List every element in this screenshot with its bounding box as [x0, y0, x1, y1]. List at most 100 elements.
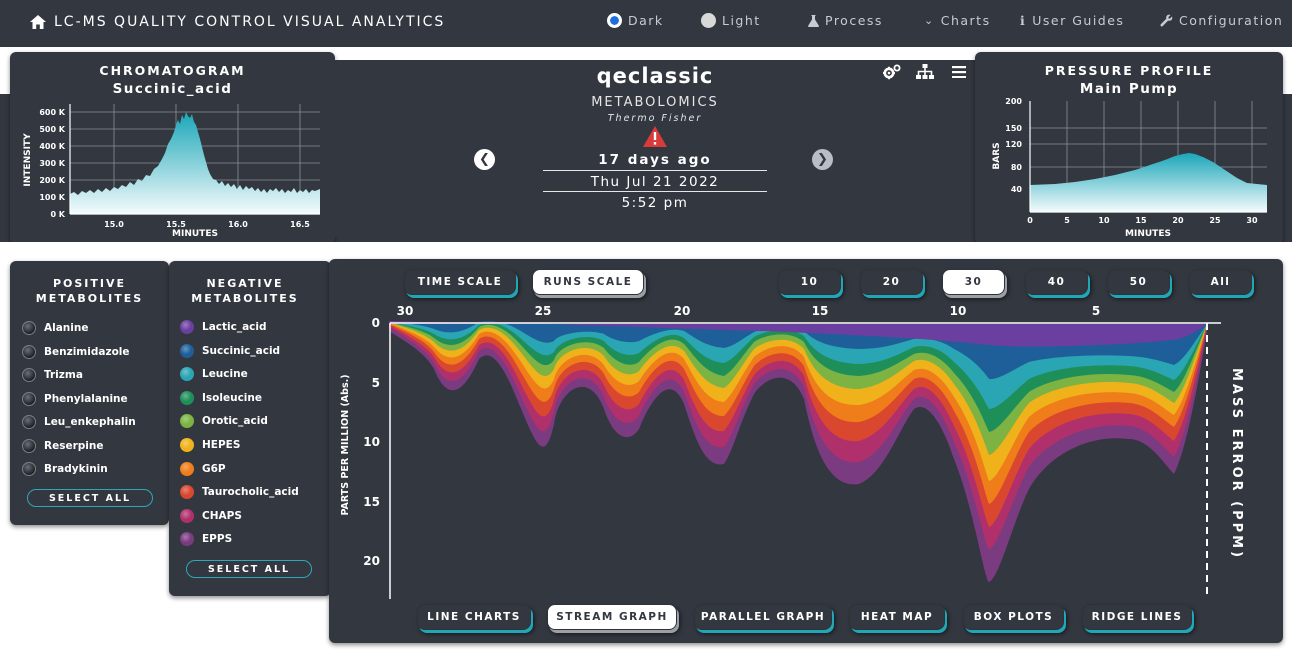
positive-title-line1: POSITIVE [52, 277, 127, 290]
pressure-xtick: 5 [1064, 216, 1070, 225]
negative-metabolite-item[interactable]: Lactic_acid [180, 320, 267, 334]
pressure-xtick: 15 [1135, 216, 1147, 225]
box-plots-button[interactable]: BOX PLOTS [963, 604, 1064, 630]
pressure-xlabel: MINUTES [1125, 229, 1171, 239]
stream-ytick: 5 [372, 376, 380, 390]
heat-map-button[interactable]: HEAT MAP [849, 604, 945, 630]
settings-cogs-icon[interactable] [883, 64, 901, 80]
pressure-xtick: 25 [1209, 216, 1221, 225]
top-navigation-bar: LC-MS QUALITY CONTROL VISUAL ANALYTICS D… [0, 0, 1292, 47]
metabolite-label: CHAPS [202, 509, 242, 522]
selected-toggle-icon [180, 367, 194, 382]
chromatogram-panel: CHROMATOGRAM Succinic_acid 600 K 500 K 4… [10, 52, 335, 244]
metabolite-label: Leucine [202, 368, 248, 381]
stream-ytick: 10 [363, 435, 380, 449]
metabolite-label: Orotic_acid [202, 415, 268, 428]
metabolite-label: HEPES [202, 439, 241, 451]
chromatogram-chart[interactable]: 600 K 500 K 400 K 300 K 200 K 100 K 0 K … [10, 52, 335, 244]
selected-toggle-icon [180, 485, 194, 500]
last-run-age: 17 days ago [598, 152, 712, 168]
nav-process[interactable]: Process [808, 13, 883, 28]
line-charts-button[interactable]: LINE CHARTS [417, 604, 531, 630]
positive-select-all-button[interactable]: SELECT ALL [27, 489, 153, 507]
stream-xtick: 25 [535, 304, 552, 318]
stream-xtick: 15 [812, 304, 829, 318]
stream-xtick: 10 [950, 304, 967, 318]
metabolite-label: Trizma [44, 369, 83, 381]
last-run-time: 5:52 pm [621, 195, 689, 211]
negative-metabolite-item[interactable]: Isoleucine [180, 390, 262, 405]
pressure-ylabel: BARS [992, 142, 1002, 169]
nav-configuration[interactable]: Configuration [1160, 13, 1283, 28]
pressure-xtick: 10 [1098, 216, 1110, 225]
selected-toggle-icon [180, 508, 194, 523]
pressure-ytick: 150 [1005, 124, 1022, 133]
chromatogram-ytick: 600 K [39, 108, 65, 117]
parallel-graph-button[interactable]: PARALLEL GRAPH [694, 604, 832, 630]
positive-metabolite-item[interactable]: Reserpine [22, 438, 104, 453]
positive-metabolite-item[interactable]: Leu_enkephalin [22, 415, 136, 429]
chromatogram-ytick: 100 K [39, 193, 65, 202]
negative-metabolite-item[interactable]: EPPS [180, 532, 233, 547]
pressure-xtick: 0 [1027, 216, 1033, 225]
stream-ytick: 20 [363, 554, 380, 568]
positive-metabolite-item[interactable]: Trizma [22, 368, 83, 382]
last-run-date: Thu Jul 21 2022 [590, 174, 720, 190]
unselected-toggle-icon [22, 368, 36, 382]
positive-title-line2: METABOLITES [35, 292, 144, 305]
theme-dark-option[interactable]: Dark [607, 13, 664, 28]
metabolite-label: Lactic_acid [202, 321, 267, 333]
negative-metabolite-item[interactable]: Succinic_acid [180, 343, 280, 358]
pressure-ytick: 120 [1005, 140, 1022, 149]
positive-metabolite-item[interactable]: Bradykinin [22, 462, 108, 476]
stream-layers [389, 321, 1207, 582]
negative-metabolite-item[interactable]: CHAPS [180, 508, 242, 523]
ridge-lines-button[interactable]: RIDGE LINES [1082, 604, 1192, 630]
selected-toggle-icon [180, 438, 194, 452]
instrument-panel: qeclassic METABOLOMICS Thermo Fisher 17 … [330, 60, 980, 237]
pressure-xtick: 30 [1246, 216, 1258, 225]
chromatogram-ylabel: INTENSITY [23, 133, 33, 187]
positive-metabolite-item[interactable]: Alanine [22, 321, 88, 335]
nav-charts[interactable]: ⌄ Charts [924, 13, 991, 28]
app-title: LC-MS QUALITY CONTROL VISUAL ANALYTICS [54, 14, 446, 30]
metabolite-label: Bradykinin [44, 463, 108, 475]
stream-graph-button[interactable]: STREAM GRAPH [547, 604, 677, 630]
stream-graph-chart[interactable]: 30 25 20 15 10 5 0 5 10 15 20 PARTS PER … [329, 259, 1283, 604]
chevron-right-icon: ❯ [817, 152, 828, 167]
metabolite-label: EPPS [202, 533, 233, 546]
positive-metabolite-item[interactable]: Benzimidazole [22, 344, 130, 359]
nav-user-guides-label: User Guides [1032, 13, 1125, 28]
negative-metabolite-item[interactable]: G6P [180, 461, 226, 476]
divider [543, 170, 767, 171]
negative-metabolite-item[interactable]: HEPES [180, 438, 240, 452]
negative-title-line1: NEGATIVE [206, 277, 284, 290]
chromatogram-xtick: 15.5 [166, 220, 186, 229]
info-icon: i [1020, 13, 1027, 28]
pressure-xtick: 20 [1172, 216, 1184, 225]
selected-toggle-icon [180, 390, 194, 405]
sitemap-icon[interactable] [916, 64, 934, 80]
positive-metabolite-item[interactable]: Phenylalanine [22, 391, 128, 406]
negative-select-all-button[interactable]: SELECT ALL [186, 560, 312, 578]
nav-charts-label: Charts [940, 13, 991, 28]
stream-xtick: 20 [674, 304, 691, 318]
pressure-chart[interactable]: 200 150 120 80 40 0 5 10 15 20 25 30 MIN… [975, 52, 1283, 244]
pressure-panel: PRESSURE PROFILE Main Pump 200 150 120 8… [975, 52, 1283, 244]
previous-instrument-button[interactable]: ❮ [474, 149, 495, 170]
metabolite-label: Alanine [44, 322, 89, 334]
negative-metabolite-item[interactable]: Taurocholic_acid [180, 485, 299, 500]
stream-xtick: 5 [1092, 304, 1100, 318]
metabolite-label: Reserpine [44, 439, 104, 452]
menu-icon[interactable] [952, 66, 966, 78]
metabolite-label: Isoleucine [202, 391, 262, 404]
pressure-area [1030, 153, 1267, 212]
negative-metabolite-item[interactable]: Leucine [180, 367, 248, 382]
negative-metabolite-item[interactable]: Orotic_acid [180, 414, 268, 429]
radio-unselected-icon [701, 13, 716, 28]
nav-user-guides[interactable]: i User Guides [1020, 13, 1124, 28]
app-brand[interactable]: LC-MS QUALITY CONTROL VISUAL ANALYTICS [30, 14, 445, 30]
theme-light-option[interactable]: Light [701, 13, 761, 28]
next-instrument-button[interactable]: ❯ [812, 149, 833, 170]
warning-icon[interactable] [643, 126, 667, 147]
